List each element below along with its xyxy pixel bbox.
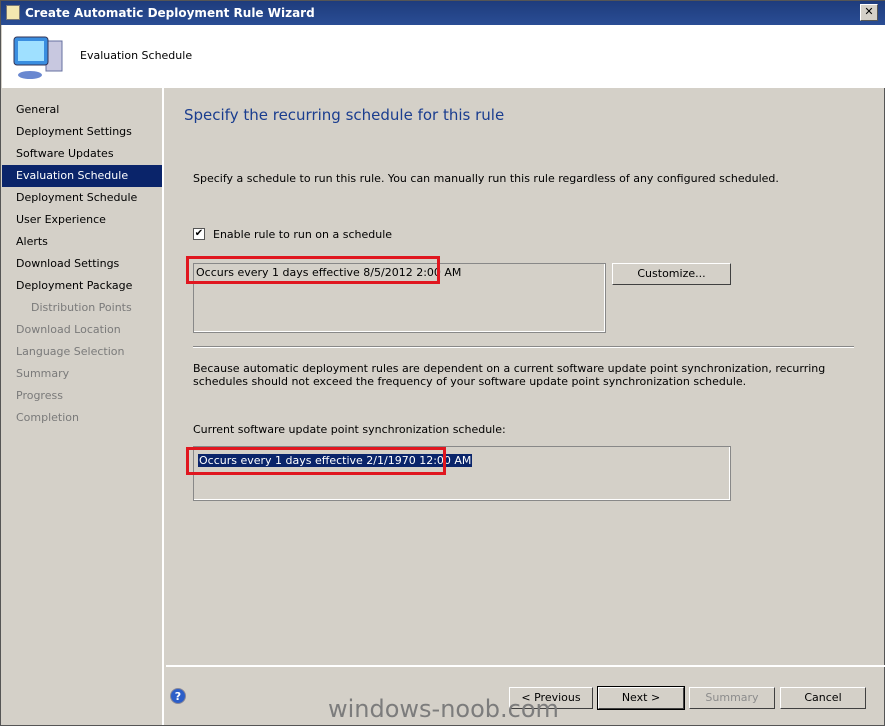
- next-button[interactable]: Next >: [597, 686, 685, 710]
- sidebar-item-evaluation-schedule[interactable]: Evaluation Schedule: [2, 165, 162, 187]
- customize-button[interactable]: Customize...: [612, 263, 731, 285]
- sidebar-item-download-location: Download Location: [16, 323, 121, 336]
- cancel-button[interactable]: Cancel: [780, 687, 866, 709]
- sync-note: Because automatic deployment rules are d…: [193, 362, 826, 388]
- sidebar-item-deployment-settings[interactable]: Deployment Settings: [2, 121, 162, 143]
- highlight-box: [186, 256, 440, 284]
- sync-label: Current software update point synchroniz…: [193, 423, 506, 436]
- highlight-box: [186, 447, 446, 475]
- sidebar-item-distribution-points: Distribution Points: [31, 301, 132, 314]
- sidebar-item-general[interactable]: General: [2, 99, 162, 121]
- close-button[interactable]: ✕: [860, 4, 878, 21]
- sidebar-item-deployment-schedule[interactable]: Deployment Schedule: [2, 187, 162, 209]
- sidebar-item-deployment-package[interactable]: Deployment Package: [2, 275, 162, 297]
- title-bar: Create Automatic Deployment Rule Wizard …: [1, 1, 885, 25]
- wizard-window: Create Automatic Deployment Rule Wizard …: [0, 0, 885, 726]
- sidebar-item-language-selection: Language Selection: [16, 345, 125, 358]
- computer-icon: [13, 36, 63, 79]
- sidebar: General Deployment Settings Software Updat…: [2, 88, 164, 725]
- help-icon[interactable]: ?: [170, 688, 186, 704]
- enable-label: Enable rule to run on a schedule: [213, 228, 393, 241]
- header: Evaluation Schedule: [2, 25, 885, 88]
- description: Specify a schedule to run this rule. You…: [193, 172, 779, 185]
- summary-button: Summary: [689, 687, 775, 709]
- wizard-icon: [6, 5, 20, 20]
- sidebar-item-summary: Summary: [16, 367, 70, 380]
- header-title: Evaluation Schedule: [80, 49, 193, 62]
- sidebar-item-user-experience[interactable]: User Experience: [2, 209, 162, 231]
- window-title: Create Automatic Deployment Rule Wizard: [25, 6, 315, 20]
- enable-checkbox[interactable]: ✔: [193, 228, 205, 240]
- sidebar-item-software-updates[interactable]: Software Updates: [2, 143, 162, 165]
- watermark: windows-noob.com: [328, 695, 559, 723]
- page-heading: Specify the recurring schedule for this …: [184, 106, 505, 124]
- sidebar-item-download-settings[interactable]: Download Settings: [2, 253, 162, 275]
- sidebar-item-alerts[interactable]: Alerts: [2, 231, 162, 253]
- sidebar-item-completion: Completion: [16, 411, 80, 424]
- sidebar-item-progress: Progress: [16, 389, 63, 402]
